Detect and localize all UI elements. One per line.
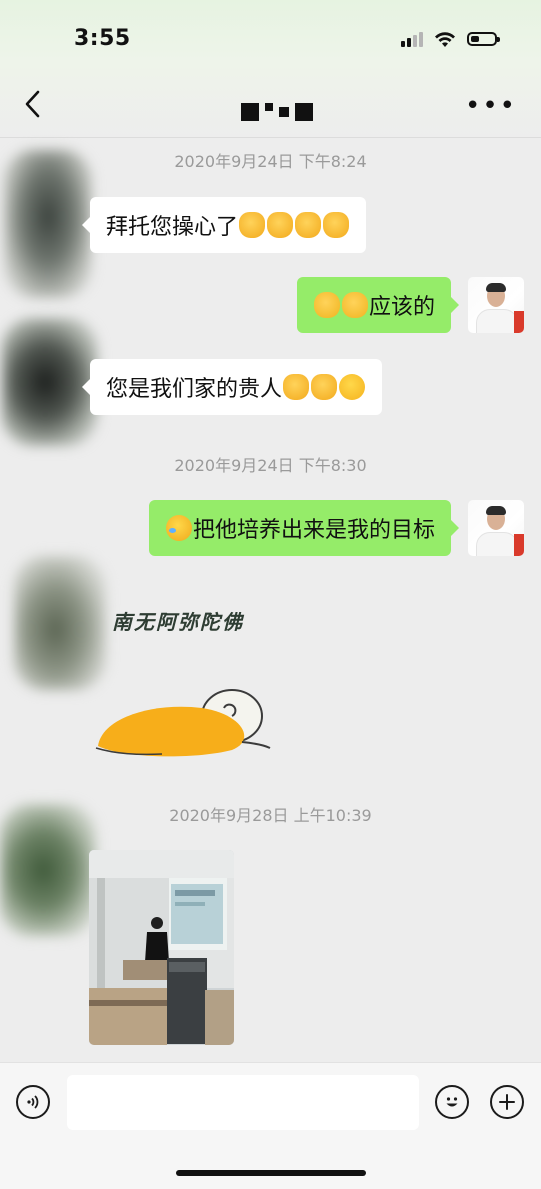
message-text: 把他培养出来是我的目标 (192, 518, 435, 543)
pray-emoji-icon (283, 374, 310, 400)
photo-icon (89, 850, 234, 1045)
contact-avatar[interactable] (4, 150, 92, 298)
battery-fill (471, 36, 479, 42)
contact-avatar[interactable] (14, 556, 106, 690)
battery-icon (467, 32, 500, 46)
chevron-left-icon (25, 90, 40, 118)
message-bubble-left[interactable]: 您是我们家的贵人 (81, 359, 383, 415)
chat-title-obscured (241, 103, 313, 121)
laugh-cry-emoji-icon (165, 515, 192, 541)
status-icons (401, 30, 500, 48)
ok-hand-emoji-icon (313, 292, 340, 318)
voice-icon (27, 1095, 39, 1109)
top-bar: 3:55 ••• (0, 0, 541, 138)
more-icon: ••• (464, 91, 517, 121)
smile-emoji-icon (339, 374, 366, 400)
voice-button[interactable] (16, 1085, 50, 1119)
message-bubble-left[interactable]: 拜托您操心了 (81, 197, 367, 253)
pray-emoji-icon (239, 212, 266, 238)
message-bubble-right[interactable]: 应该的 (296, 277, 460, 333)
timestamp: 2020年9月24日 下午8:30 (174, 456, 367, 475)
wifi-icon (435, 32, 455, 47)
message-input[interactable] (67, 1075, 419, 1130)
status-time: 3:55 (74, 26, 131, 51)
sticker-caption: 南无阿弥陀佛 (112, 610, 244, 634)
message-text: 应该的 (368, 295, 435, 320)
my-avatar[interactable] (468, 277, 524, 333)
message-bubble-right[interactable]: 把他培养出来是我的目标 (148, 500, 460, 556)
photo-message[interactable] (89, 850, 234, 1045)
message-text: 您是我们家的贵人 (106, 377, 283, 402)
emoji-icon (446, 1097, 458, 1107)
plus-icon (499, 1094, 515, 1110)
pray-emoji-icon (295, 212, 322, 238)
sleeping-sticker-icon (95, 689, 271, 757)
pray-emoji-icon (267, 212, 294, 238)
signal-icon (401, 31, 423, 47)
contact-avatar[interactable] (0, 804, 96, 936)
pray-emoji-icon (323, 212, 350, 238)
pray-emoji-icon (311, 374, 338, 400)
back-button[interactable] (18, 86, 48, 122)
home-indicator[interactable] (176, 1170, 366, 1176)
emoji-button[interactable] (435, 1085, 469, 1119)
ok-hand-emoji-icon (341, 292, 368, 318)
my-avatar[interactable] (468, 500, 524, 556)
plus-button[interactable] (490, 1085, 524, 1119)
message-text: 拜托您操心了 (106, 215, 239, 240)
more-button[interactable]: ••• (465, 93, 517, 119)
